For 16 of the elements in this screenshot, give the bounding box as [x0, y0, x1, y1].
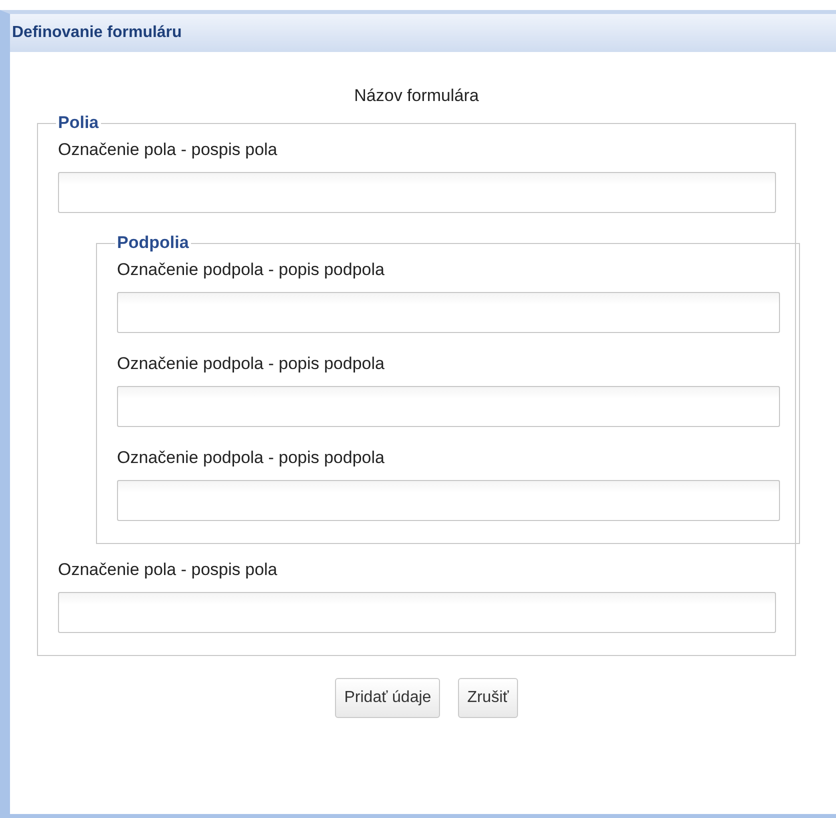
field-label: Označenie podpola - popis podpola	[117, 259, 386, 281]
field-label: Označenie pola - pospis pola	[58, 559, 278, 581]
input-field[interactable]	[117, 292, 780, 333]
field-label: Označenie podpola - popis podpola	[117, 353, 386, 375]
form-button[interactable]: Pridať údaje	[335, 678, 440, 718]
input-field[interactable]	[117, 386, 780, 427]
input-field[interactable]	[117, 480, 780, 521]
form-name: Názov formulára	[353, 85, 480, 107]
form-button[interactable]: Zrušiť	[458, 678, 518, 718]
fieldset-legend: Polia	[56, 113, 101, 133]
field-label: Označenie pola - pospis pola	[58, 139, 278, 161]
input-field[interactable]	[58, 592, 776, 633]
field-label: Označenie podpola - popis podpola	[117, 447, 386, 469]
input-field[interactable]	[58, 172, 776, 213]
window-title: Definovanie formuláru	[10, 14, 836, 52]
fieldset-legend: Podpolia	[115, 233, 191, 253]
